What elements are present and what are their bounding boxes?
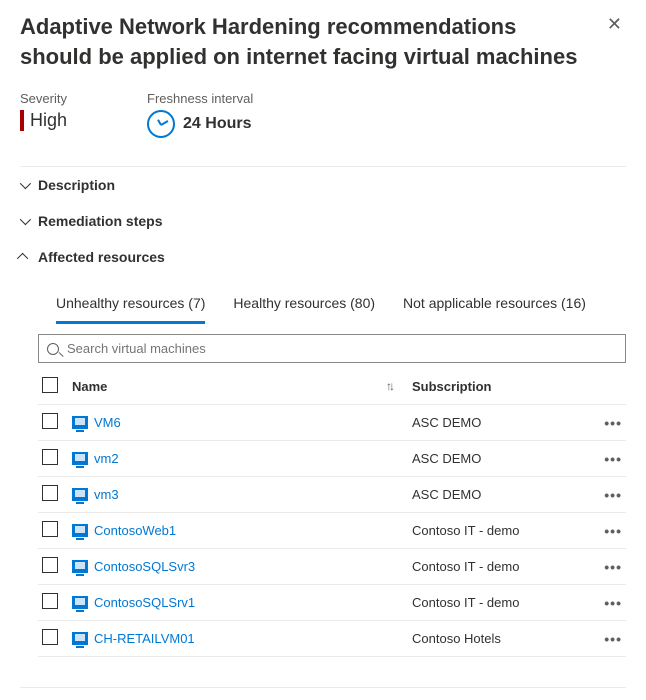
resource-link[interactable]: ContosoSQLSrv1 — [94, 595, 195, 610]
section-remediation[interactable]: Remediation steps — [20, 203, 626, 239]
vm-icon — [72, 416, 88, 429]
resource-link[interactable]: ContosoSQLSvr3 — [94, 559, 195, 574]
search-icon — [47, 343, 59, 355]
table-row: ContosoSQLSrv1 Contoso IT - demo ••• — [38, 585, 626, 621]
vm-icon — [72, 488, 88, 501]
subscription-cell: ASC DEMO — [408, 405, 594, 441]
tab-not-applicable[interactable]: Not applicable resources (16) — [403, 287, 586, 324]
more-icon[interactable]: ••• — [604, 559, 622, 575]
severity-value: High — [20, 110, 67, 131]
more-icon[interactable]: ••• — [604, 487, 622, 503]
row-checkbox[interactable] — [42, 557, 58, 573]
subscription-cell: ASC DEMO — [408, 441, 594, 477]
subscription-cell: Contoso IT - demo — [408, 513, 594, 549]
page-title: Adaptive Network Hardening recommendatio… — [20, 12, 591, 71]
section-label: Remediation steps — [38, 213, 162, 229]
close-icon[interactable]: ✕ — [603, 12, 626, 37]
chevron-up-icon — [17, 253, 28, 264]
more-icon[interactable]: ••• — [604, 415, 622, 431]
vm-icon — [72, 524, 88, 537]
row-checkbox[interactable] — [42, 413, 58, 429]
section-affected[interactable]: Affected resources — [20, 239, 626, 275]
chevron-down-icon — [20, 214, 31, 225]
severity-label: Severity — [20, 91, 67, 106]
vm-icon — [72, 560, 88, 573]
column-subscription[interactable]: Subscription — [408, 369, 594, 405]
search-box[interactable] — [38, 334, 626, 363]
table-row: VM6 ASC DEMO ••• — [38, 405, 626, 441]
row-checkbox[interactable] — [42, 521, 58, 537]
vm-icon — [72, 596, 88, 609]
section-description[interactable]: Description — [20, 167, 626, 203]
search-input[interactable] — [65, 340, 617, 357]
chevron-down-icon — [20, 178, 31, 189]
resource-link[interactable]: CH-RETAILVM01 — [94, 631, 195, 646]
subscription-cell: Contoso IT - demo — [408, 549, 594, 585]
row-checkbox[interactable] — [42, 485, 58, 501]
freshness-block: Freshness interval 24 Hours — [147, 91, 253, 138]
section-label: Affected resources — [38, 249, 165, 265]
resource-link[interactable]: vm3 — [94, 487, 119, 502]
subscription-cell: Contoso IT - demo — [408, 585, 594, 621]
vm-icon — [72, 632, 88, 645]
freshness-label: Freshness interval — [147, 91, 253, 106]
more-icon[interactable]: ••• — [604, 595, 622, 611]
table-row: vm3 ASC DEMO ••• — [38, 477, 626, 513]
select-all-checkbox[interactable] — [42, 377, 58, 393]
freshness-value: 24 Hours — [183, 115, 251, 133]
resource-link[interactable]: VM6 — [94, 415, 121, 430]
vm-icon — [72, 452, 88, 465]
sort-icon[interactable]: ↑↓ — [386, 379, 392, 393]
row-checkbox[interactable] — [42, 629, 58, 645]
more-icon[interactable]: ••• — [604, 523, 622, 539]
resource-link[interactable]: ContosoWeb1 — [94, 523, 176, 538]
row-checkbox[interactable] — [42, 449, 58, 465]
more-icon[interactable]: ••• — [604, 631, 622, 647]
tab-unhealthy[interactable]: Unhealthy resources (7) — [56, 287, 205, 324]
column-name[interactable]: Name — [72, 379, 107, 394]
tab-healthy[interactable]: Healthy resources (80) — [233, 287, 375, 324]
table-row: vm2 ASC DEMO ••• — [38, 441, 626, 477]
section-label: Description — [38, 177, 115, 193]
resource-link[interactable]: vm2 — [94, 451, 119, 466]
table-row: ContosoSQLSvr3 Contoso IT - demo ••• — [38, 549, 626, 585]
severity-block: Severity High — [20, 91, 67, 138]
clock-icon — [147, 110, 175, 138]
table-row: ContosoWeb1 Contoso IT - demo ••• — [38, 513, 626, 549]
subscription-cell: ASC DEMO — [408, 477, 594, 513]
resources-table: Name ↑↓ Subscription VM6 ASC DEMO ••• vm2 AS… — [38, 369, 626, 657]
subscription-cell: Contoso Hotels — [408, 621, 594, 657]
row-checkbox[interactable] — [42, 593, 58, 609]
more-icon[interactable]: ••• — [604, 451, 622, 467]
table-row: CH-RETAILVM01 Contoso Hotels ••• — [38, 621, 626, 657]
